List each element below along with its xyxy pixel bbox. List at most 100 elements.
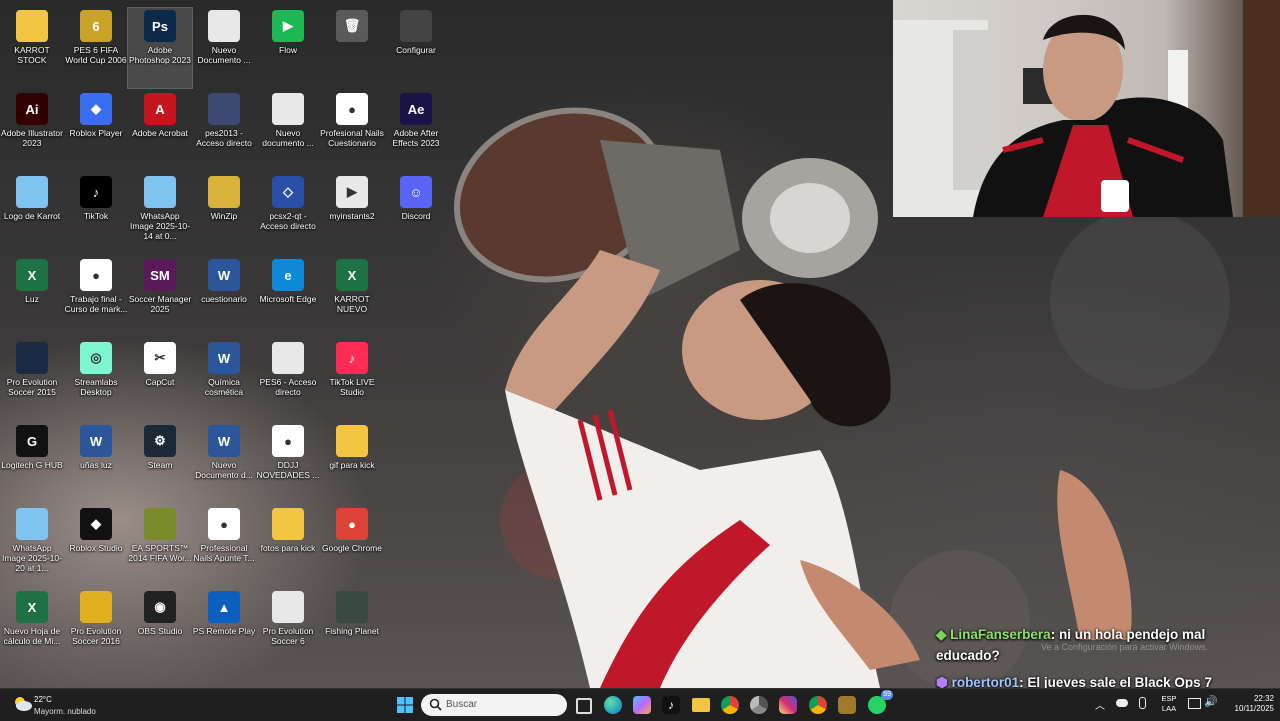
desktop-icon[interactable]: ⚙ Steam [128, 423, 192, 503]
desktop-icon[interactable]: Ps Adobe Photoshop 2023 [127, 7, 193, 89]
search-icon [429, 698, 442, 716]
desktop-icon[interactable]: PES6 - Acceso directo [256, 340, 320, 420]
desktop-icon[interactable]: e Microsoft Edge [256, 257, 320, 337]
file-explorer-icon[interactable] [692, 698, 710, 712]
desktop-icon[interactable]: Ai Adobe Illustrator 2023 [0, 91, 64, 171]
webcam-feed [893, 0, 1280, 217]
desktop-icon[interactable]: X Nuevo Hoja de cálculo de Mi... [0, 589, 64, 669]
desktop-icon[interactable]: ✂ CapCut [128, 340, 192, 420]
desktop-icon[interactable]: WinZip [192, 174, 256, 254]
desktop-icon[interactable]: Logo de Karrot [0, 174, 64, 254]
desktop-icon[interactable]: WhatsApp Image 2025-10-14 at 0... [128, 174, 192, 254]
desktop-icon[interactable]: ◇ pcsx2-qt - Acceso directo [256, 174, 320, 254]
desktop-icon[interactable]: ☺ Discord [384, 174, 448, 254]
desktop-icon[interactable]: X KARROT NUEVO [320, 257, 384, 337]
desktop-icon[interactable]: Wuñas luz [64, 423, 128, 503]
webcam-overlay [893, 0, 1280, 217]
desktop-icon[interactable]: WhatsApp Image 2025-10-20 at 1... [0, 506, 64, 586]
start-button[interactable] [396, 696, 414, 714]
desktop-icon[interactable]: gif para kick [320, 423, 384, 503]
app-icon: ☺ [400, 176, 432, 208]
desktop-icon[interactable]: A Adobe Acrobat [128, 91, 192, 171]
app-icon: G [16, 425, 48, 457]
copilot-icon[interactable] [633, 696, 651, 714]
whatsapp-icon[interactable]: 59 [868, 690, 893, 714]
app-icon: 6 [80, 10, 112, 42]
game-icon[interactable] [838, 696, 856, 714]
desktop-icon[interactable]: ● DDJJ NOVEDADES ... [256, 423, 320, 503]
tray-overflow-chevron-icon[interactable]: ︿ [1095, 697, 1105, 712]
desktop-icon-label: KARROT STOCK [14, 45, 50, 65]
desktop-icon[interactable]: Pro Evolution Soccer 2016 [64, 589, 128, 669]
desktop-icon[interactable]: Configurar [384, 8, 448, 88]
desktop-icon[interactable]: ◎ Streamlabs Desktop [64, 340, 128, 420]
clock[interactable]: 22:32 10/11/2025 [1222, 694, 1274, 714]
desktop-icon[interactable]: X Luz [0, 257, 64, 337]
desktop-icon[interactable]: Nuevo Documento ... [192, 8, 256, 88]
desktop-icon[interactable]: ● Profesional Nails Cuestionario [320, 91, 384, 171]
app-icon: X [16, 591, 48, 623]
desktop-icon[interactable]: G Logitech G HUB [0, 423, 64, 503]
desktop-icon[interactable]: ● Trabajo final - Curso de mark... [64, 257, 128, 337]
desktop-icon-label: Soccer Manager 2025 [128, 294, 192, 314]
desktop-icon[interactable]: ♪ TikTok [64, 174, 128, 254]
microphone-icon[interactable] [1139, 697, 1146, 709]
lang-code: ESP [1161, 694, 1177, 703]
app-icon: Ae [400, 93, 432, 125]
chrome-alt-icon[interactable] [750, 696, 768, 714]
desktop-icon-label: pes2013 - Acceso directo [196, 128, 252, 148]
edge-icon[interactable] [604, 696, 622, 714]
desktop-icon[interactable]: 6 PES 6 FIFA World Cup 2006 [64, 8, 128, 88]
desktop-icon[interactable]: fotos para kick [256, 506, 320, 586]
desktop-icon-label: EA SPORTS™ 2014 FIFA Wor... [128, 543, 192, 563]
desktop-icon[interactable]: SM Soccer Manager 2025 [128, 257, 192, 337]
desktop-icon[interactable]: ◉ OBS Studio [128, 589, 192, 669]
desktop-icon-label: Química cosmética [204, 377, 244, 397]
app-icon: X [16, 259, 48, 291]
desktop-icon-label: Discord [401, 211, 431, 221]
desktop-icon[interactable]: Pro Evolution Soccer 2015 [0, 340, 64, 420]
desktop-icon[interactable]: 🗑 [320, 8, 384, 88]
desktop-icon[interactable]: ◆ Roblox Studio [64, 506, 128, 586]
desktop-icon[interactable]: Wcuestionario [192, 257, 256, 337]
weather-widget[interactable]: 22°C Mayorm. nublado [10, 692, 110, 718]
desktop-icon[interactable]: W Nuevo Documento d... [192, 423, 256, 503]
desktop-icon-label: Steam [147, 460, 173, 470]
app-icon [400, 10, 432, 42]
app-icon: W [208, 259, 240, 291]
desktop-icon[interactable]: ● Google Chrome [320, 506, 384, 586]
desktop-icon[interactable]: Pro Evolution Soccer 6 [256, 589, 320, 669]
desktop-icon[interactable]: pes2013 - Acceso directo [192, 91, 256, 171]
instagram-icon[interactable] [779, 696, 797, 714]
desktop-icon-label: Microsoft Edge [259, 294, 317, 304]
language-indicator[interactable]: ESP LAA [1160, 694, 1178, 714]
desktop-icon[interactable]: Ae Adobe After Effects 2023 [384, 91, 448, 171]
desktop-icon-label: PES 6 FIFA World Cup 2006 [65, 45, 127, 65]
desktop-icon[interactable]: Fishing Planet [320, 589, 384, 669]
desktop-icon[interactable]: EA SPORTS™ 2014 FIFA Wor... [128, 506, 192, 586]
desktop-icon-label: Roblox Studio [69, 543, 123, 553]
chrome-icon[interactable] [721, 696, 739, 714]
desktop-icon[interactable]: ♪ TikTok LIVE Studio [320, 340, 384, 420]
desktop-icon[interactable]: KARROT STOCK [0, 8, 64, 88]
desktop-icon-label: Pro Evolution Soccer 2016 [70, 626, 122, 646]
desktop-icon[interactable]: ▶ myinstants2 [320, 174, 384, 254]
desktop-icon[interactable]: ● Professional Nails Apunte T... [192, 506, 256, 586]
onedrive-cloud-icon[interactable] [1116, 699, 1128, 707]
tiktok-icon[interactable]: ♪ [662, 696, 680, 714]
chrome-profile-icon[interactable] [809, 696, 827, 714]
desktop-icon[interactable]: ◆ Roblox Player [64, 91, 128, 171]
desktop-icon-label: pcsx2-qt - Acceso directo [260, 211, 316, 231]
app-icon: 🗑 [336, 10, 368, 42]
desktop-icon[interactable]: ▶ Flow [256, 8, 320, 88]
weather-desc: Mayorm. nublado [34, 707, 96, 716]
volume-icon[interactable]: 🔊 [1204, 695, 1218, 708]
app-icon [16, 342, 48, 374]
taskbar-search[interactable]: Buscar [421, 694, 567, 716]
task-view-icon[interactable] [576, 698, 592, 714]
desktop-icon[interactable]: W Química cosmética [192, 340, 256, 420]
desktop-icon[interactable]: Nuevo documento ... [256, 91, 320, 171]
network-icon[interactable] [1188, 698, 1201, 709]
desktop-icon[interactable]: ▲ PS Remote Play [192, 589, 256, 669]
desktop-icon-label: WhatsApp Image 2025-10-14 at 0... [129, 211, 190, 241]
